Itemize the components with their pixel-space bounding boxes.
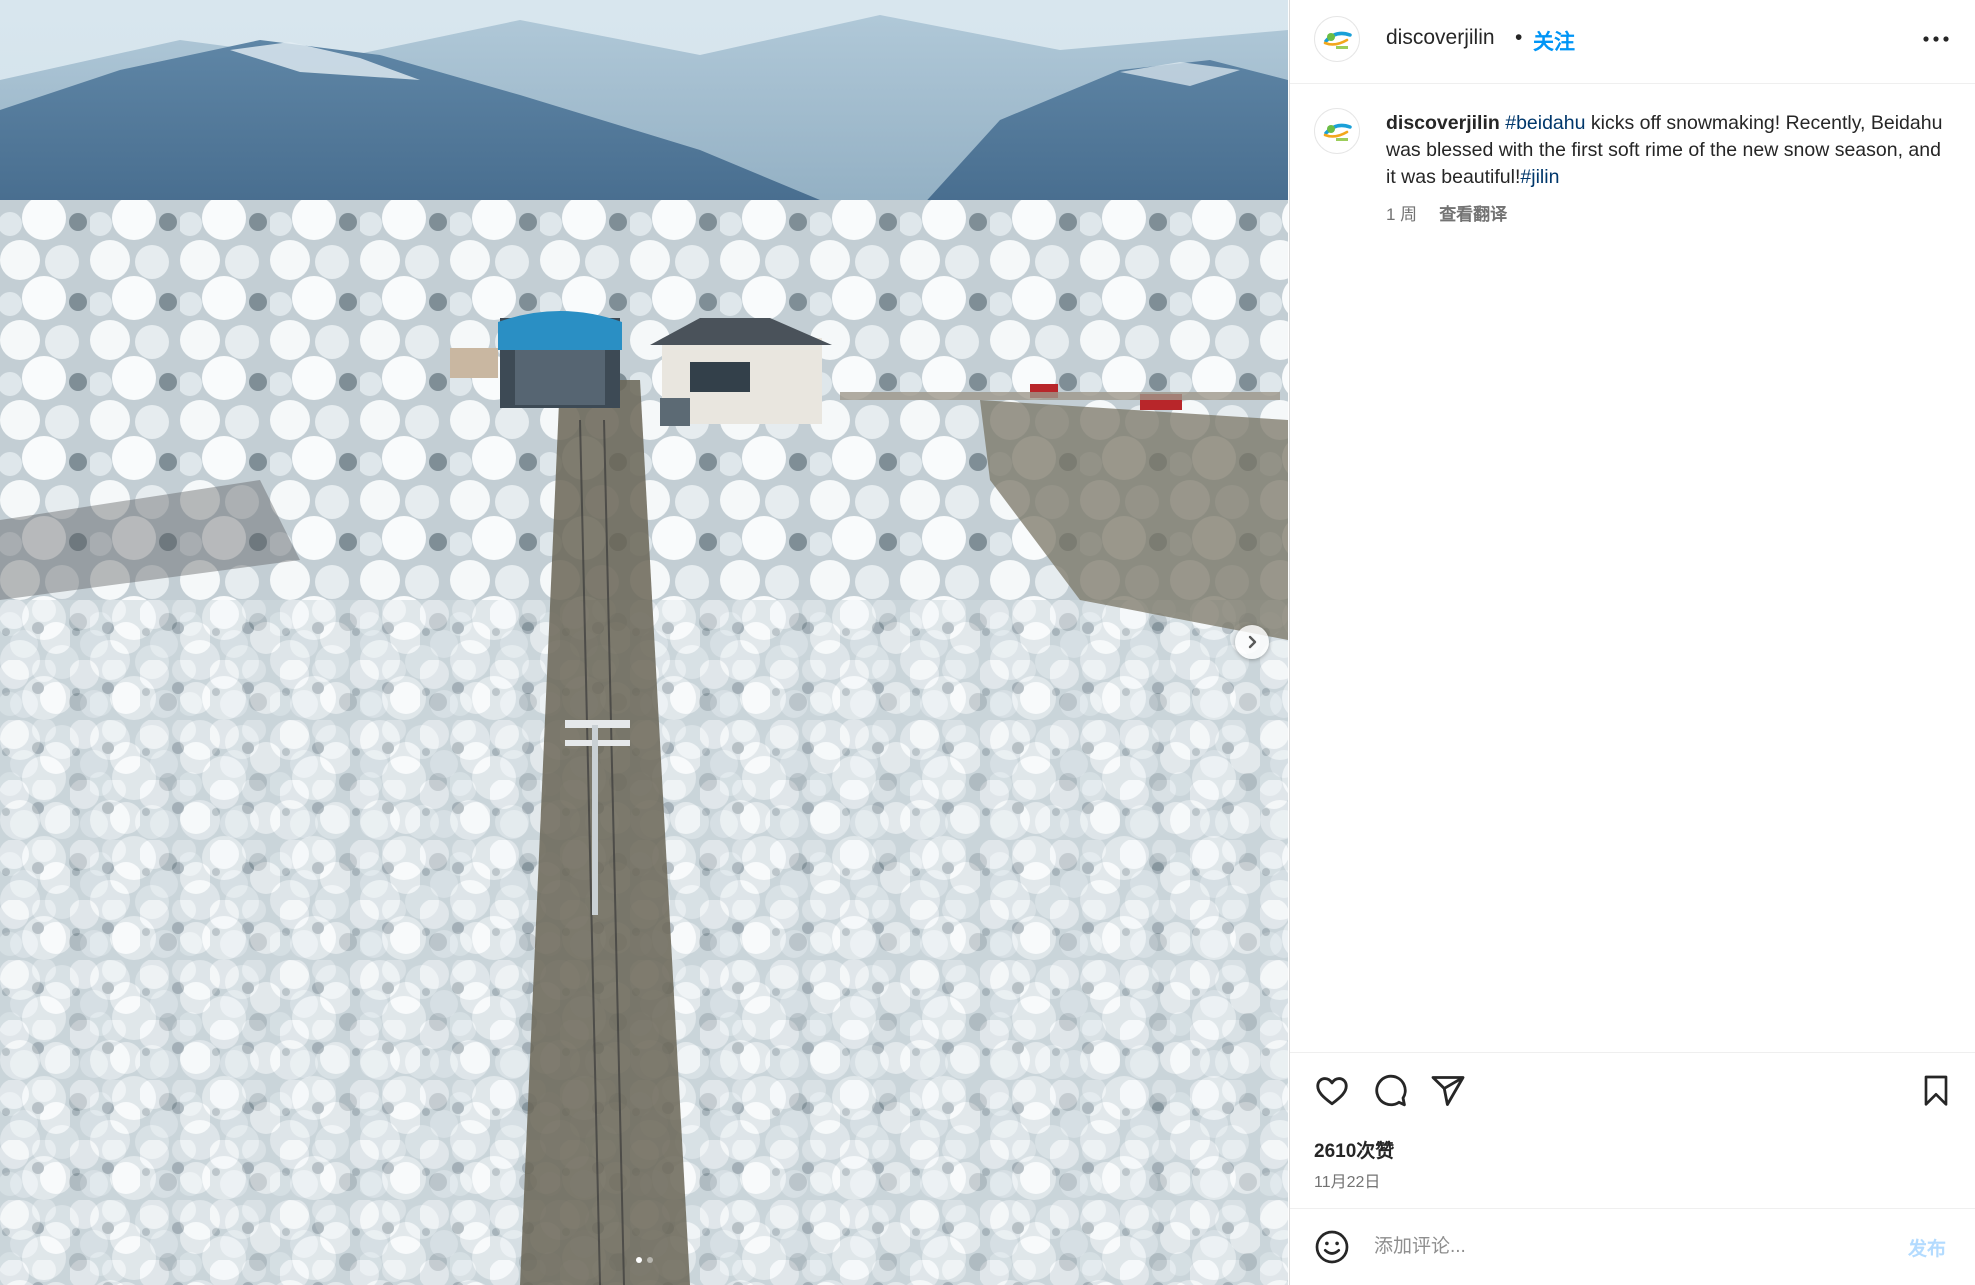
more-horizontal-icon[interactable] [1920,28,1952,50]
post-date: 11月22日 [1314,1174,1381,1191]
like-count[interactable]: 2610次赞 [1314,1136,1394,1163]
post-header: discoverjilin • 关注 [1290,0,1975,84]
comment-input[interactable] [1372,1231,1876,1263]
action-section: 2610次赞 11月22日 发布 [1290,1052,1975,1282]
hashtag-link[interactable]: #jilin [1520,166,1559,188]
caption-username[interactable]: discoverjilin [1386,112,1500,134]
post-age: 1 周 [1386,205,1418,224]
discoverjilin-logo [1323,123,1352,141]
share-icon[interactable] [1430,1073,1466,1109]
carousel-indicator [0,1257,1288,1263]
hashtag-link[interactable]: #beidahu [1505,112,1585,134]
comment-icon[interactable] [1372,1073,1408,1109]
heart-icon[interactable] [1314,1073,1350,1109]
post-comment-button[interactable]: 发布 [1908,1234,1946,1261]
follow-button[interactable]: 关注 [1533,26,1575,56]
post-media[interactable] [0,0,1288,1285]
avatar[interactable] [1314,108,1360,154]
carousel-dot [635,1257,642,1263]
emoji-icon[interactable] [1314,1229,1350,1265]
translate-link[interactable]: 查看翻译 [1439,205,1507,224]
avatar[interactable] [1314,16,1360,62]
bookmark-icon[interactable] [1920,1073,1952,1109]
carousel-next-button[interactable] [1235,625,1269,659]
discoverjilin-logo [1323,31,1352,49]
username[interactable]: discoverjilin [1386,26,1495,50]
post-photo [0,0,1288,1285]
comment-bar: 发布 [1290,1208,1975,1283]
caption-meta: 1 周 查看翻译 [1386,200,1507,225]
chevron-right-icon [1248,635,1257,649]
post-detail-panel: discoverjilin • 关注 discoverjilin #beidah… [1289,0,1975,1285]
carousel-dot [646,1257,653,1263]
caption-text: discoverjilin #beidahu kicks off snowmak… [1386,110,1946,191]
separator-dot: • [1515,26,1523,49]
